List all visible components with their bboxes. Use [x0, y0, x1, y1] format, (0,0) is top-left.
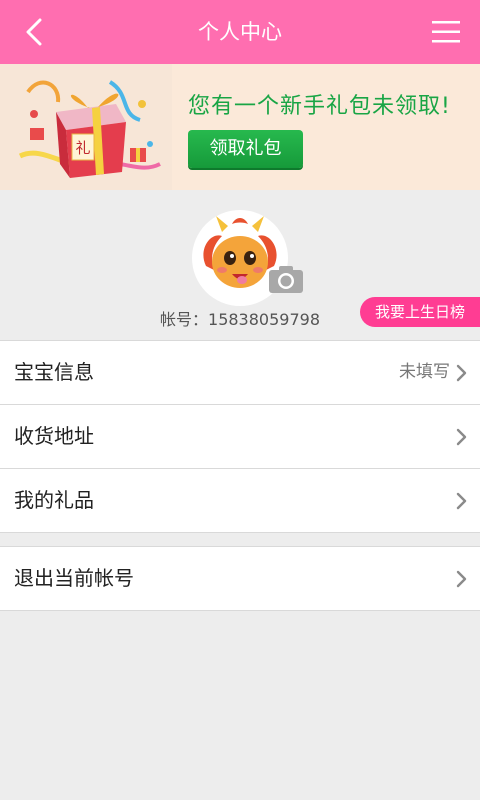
- list-item-value: 未填写: [399, 362, 450, 382]
- chevron-right-icon: [456, 364, 467, 382]
- birthday-ranking-button[interactable]: 我要上生日榜: [360, 297, 480, 327]
- hamburger-menu-icon: [432, 21, 460, 43]
- chevron-right-icon: [456, 492, 467, 510]
- header-bar: 个人中心: [0, 0, 480, 64]
- gift-box-icon: 礼: [18, 80, 161, 178]
- page-title: 个人中心: [198, 20, 282, 44]
- list-item-baby-info[interactable]: 宝宝信息 未填写: [0, 340, 480, 405]
- claim-gift-button[interactable]: 领取礼包: [188, 130, 303, 168]
- profile-menu-list: 宝宝信息 未填写 收货地址 我的礼品: [0, 340, 480, 533]
- gift-label-text: 礼: [75, 139, 90, 157]
- account-number: 15838059798: [208, 310, 320, 329]
- new-user-gift-banner[interactable]: 礼 您有一个新手礼包未领取! 领取礼包: [0, 64, 480, 190]
- list-item-my-gifts[interactable]: 我的礼品: [0, 469, 480, 533]
- chevron-right-icon: [456, 570, 467, 588]
- list-item-shipping-address[interactable]: 收货地址: [0, 405, 480, 469]
- list-item-label: 收货地址: [14, 424, 94, 448]
- account-label: 帐号：: [160, 310, 209, 329]
- list-item-label: 宝宝信息: [14, 360, 94, 384]
- logout-list: 退出当前帐号: [0, 546, 480, 611]
- logout-label: 退出当前帐号: [14, 566, 134, 590]
- gift-banner-message: 您有一个新手礼包未领取!: [188, 94, 451, 119]
- gift-box-illustration: 礼: [0, 64, 172, 190]
- chevron-right-icon: [456, 428, 467, 446]
- list-item-logout[interactable]: 退出当前帐号: [0, 546, 480, 611]
- profile-section: 帐号：15838059798 我要上生日榜: [0, 190, 480, 340]
- camera-icon[interactable]: [268, 264, 304, 294]
- back-button[interactable]: [12, 12, 56, 52]
- chevron-left-icon: [26, 18, 42, 46]
- list-item-label: 我的礼品: [14, 488, 94, 512]
- menu-button[interactable]: [428, 14, 464, 50]
